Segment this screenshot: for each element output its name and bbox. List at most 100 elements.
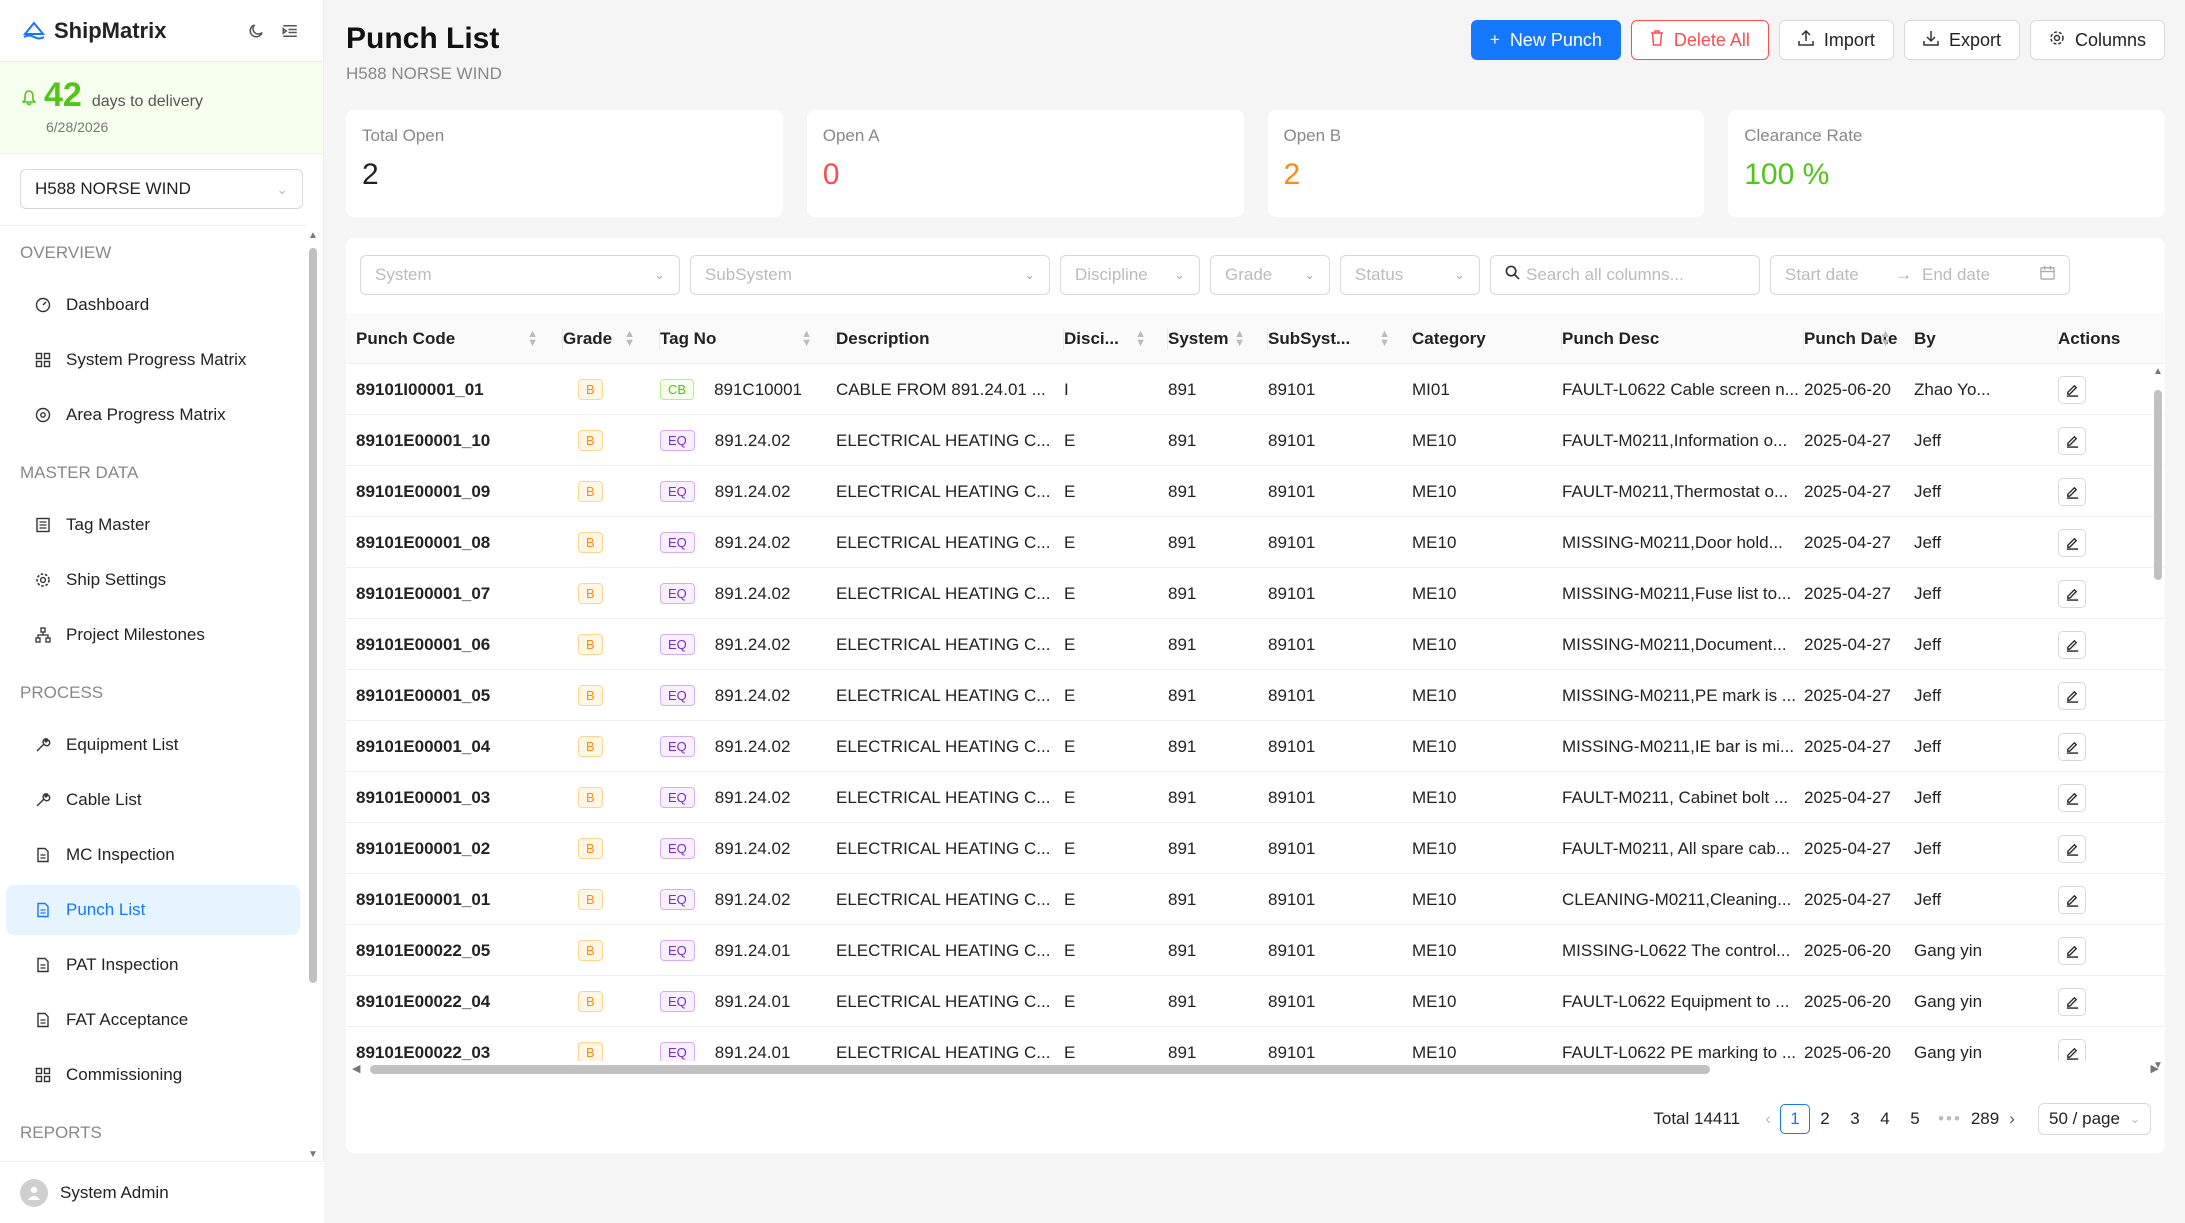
page-2[interactable]: 2 [1810, 1104, 1840, 1134]
punch-code-cell[interactable]: 89101E00001_09 [356, 466, 556, 517]
table-row[interactable]: 89101E00001_03 B EQ 891.24.02 ELECTRICAL … [346, 772, 2165, 823]
sidebar-item-commissioning[interactable]: Commissioning [6, 1050, 300, 1100]
punch-code-cell[interactable]: 89101E00001_01 [356, 874, 556, 925]
edit-button[interactable] [2058, 630, 2086, 659]
column-divider[interactable] [1063, 328, 1064, 350]
sort-icon[interactable]: ▲ ▼ [1880, 328, 1891, 348]
sidebar-item-ship-settings[interactable]: Ship Settings [6, 555, 300, 605]
discipline-filter[interactable]: Discipline ⌄ [1060, 255, 1200, 295]
column-header-pdesc[interactable]: Punch Desc [1562, 313, 1796, 364]
table-horizontal-scrollbar[interactable]: ◀ ▶ [346, 1061, 2165, 1077]
column-header-code[interactable]: Punch Code ▲ ▼ [356, 313, 550, 364]
punch-code-cell[interactable]: 89101E00022_04 [356, 976, 556, 1027]
table-row[interactable]: 89101E00022_03 B EQ 891.24.01 ELECTRICAL … [346, 1027, 2165, 1061]
column-header-tag[interactable]: Tag No ▲ ▼ [660, 313, 824, 364]
table-vscroll-thumb[interactable] [2154, 390, 2162, 580]
punch-code-cell[interactable]: 89101E00022_03 [356, 1027, 556, 1062]
sidebar-item-area-progress-matrix[interactable]: Area Progress Matrix [6, 390, 300, 440]
column-header-grade[interactable]: Grade ▲ ▼ [563, 313, 647, 364]
sidebar-scroll-thumb[interactable] [309, 248, 317, 983]
punch-code-cell[interactable]: 89101E00001_07 [356, 568, 556, 619]
punch-code-cell[interactable]: 89101E00001_10 [356, 415, 556, 466]
page-5[interactable]: 5 [1900, 1104, 1930, 1134]
prev-page-icon[interactable]: ‹ [1756, 1109, 1780, 1129]
sort-icon[interactable]: ▲ ▼ [1379, 328, 1390, 348]
subsystem-filter[interactable]: SubSystem ⌄ [690, 255, 1050, 295]
ship-selector[interactable]: H588 NORSE WIND ⌄ [20, 169, 303, 209]
column-divider[interactable] [1803, 328, 1804, 350]
theme-toggle-icon[interactable] [245, 20, 267, 42]
scroll-right-arrow-icon[interactable]: ▶ [2151, 1062, 2159, 1075]
column-header-sub[interactable]: SubSyst... ▲ ▼ [1268, 313, 1402, 364]
edit-button[interactable] [2058, 1038, 2086, 1061]
edit-button[interactable] [2058, 885, 2086, 914]
table-row[interactable]: 89101E00001_04 B EQ 891.24.02 ELECTRICAL … [346, 721, 2165, 772]
edit-button[interactable] [2058, 834, 2086, 863]
column-header-by[interactable]: By [1914, 313, 2003, 364]
punch-code-cell[interactable]: 89101E00001_06 [356, 619, 556, 670]
scroll-left-arrow-icon[interactable]: ◀ [352, 1062, 360, 1075]
column-header-disc[interactable]: Disci... ▲ ▼ [1064, 313, 1158, 364]
new-punch-button[interactable]: + New Punch [1470, 20, 1621, 60]
table-row[interactable]: 89101E00001_05 B EQ 891.24.02 ELECTRICAL … [346, 670, 2165, 721]
punch-code-cell[interactable]: 89101E00001_02 [356, 823, 556, 874]
sort-icon[interactable]: ▲ ▼ [801, 328, 812, 348]
page-last[interactable]: 289 [1970, 1104, 2000, 1134]
scroll-up-arrow-icon[interactable]: ▲ [308, 230, 318, 241]
edit-button[interactable] [2058, 375, 2086, 404]
sidebar-item-dashboard[interactable]: Dashboard [6, 280, 300, 330]
collapse-menu-icon[interactable] [279, 20, 301, 42]
edit-button[interactable] [2058, 528, 2086, 557]
column-header-system[interactable]: System ▲ ▼ [1168, 313, 1257, 364]
scroll-up-arrow-icon[interactable]: ▲ [2153, 366, 2163, 377]
sidebar-item-punch-list[interactable]: Punch List [6, 885, 300, 935]
page-size-select[interactable]: 50 / page ⌄ [2038, 1103, 2151, 1135]
column-divider[interactable] [1561, 328, 1562, 350]
punch-code-cell[interactable]: 89101E00001_08 [356, 517, 556, 568]
edit-button[interactable] [2058, 426, 2086, 455]
table-row[interactable]: 89101E00001_01 B EQ 891.24.02 ELECTRICAL … [346, 874, 2165, 925]
page-4[interactable]: 4 [1870, 1104, 1900, 1134]
punch-code-cell[interactable]: 89101E00001_05 [356, 670, 556, 721]
sidebar-item-mc-inspection[interactable]: MC Inspection [6, 830, 300, 880]
table-row[interactable]: 89101E00001_10 B EQ 891.24.02 ELECTRICAL … [346, 415, 2165, 466]
column-header-desc[interactable]: Description [836, 313, 1050, 364]
more-pages-icon[interactable]: ••• [1930, 1109, 1970, 1129]
page-3[interactable]: 3 [1840, 1104, 1870, 1134]
sidebar-item-cable-list[interactable]: Cable List [6, 775, 300, 825]
edit-button[interactable] [2058, 477, 2086, 506]
sidebar-item-pat-inspection[interactable]: PAT Inspection [6, 940, 300, 990]
system-filter[interactable]: System ⌄ [360, 255, 680, 295]
column-divider[interactable] [562, 328, 563, 350]
sidebar-scrollbar[interactable]: ▲ ▼ [306, 230, 320, 1160]
import-button[interactable]: Import [1778, 20, 1894, 60]
punch-code-cell[interactable]: 89101E00001_04 [356, 721, 556, 772]
table-row[interactable]: 89101I00001_01 B CB 891C10001 CABLE FROM … [346, 364, 2165, 415]
column-divider[interactable] [1267, 328, 1268, 350]
edit-button[interactable] [2058, 732, 2086, 761]
columns-button[interactable]: Columns [2029, 20, 2165, 60]
export-button[interactable]: Export [1903, 20, 2020, 60]
user-profile[interactable]: System Admin [0, 1161, 324, 1223]
column-divider[interactable] [2057, 328, 2058, 350]
sort-icon[interactable]: ▲ ▼ [624, 328, 635, 348]
sidebar-item-tag-master[interactable]: Tag Master [6, 500, 300, 550]
scroll-down-arrow-icon[interactable]: ▼ [308, 1149, 318, 1160]
sidebar-item-fat-acceptance[interactable]: FAT Acceptance [6, 995, 300, 1045]
punch-code-cell[interactable]: 89101E00022_05 [356, 925, 556, 976]
edit-button[interactable] [2058, 681, 2086, 710]
punch-code-cell[interactable]: 89101E00001_03 [356, 772, 556, 823]
column-divider[interactable] [1411, 328, 1412, 350]
sort-icon[interactable]: ▲ ▼ [1234, 328, 1245, 348]
column-header-cat[interactable]: Category [1412, 313, 1551, 364]
table-row[interactable]: 89101E00001_02 B EQ 891.24.02 ELECTRICAL … [346, 823, 2165, 874]
column-divider[interactable] [835, 328, 836, 350]
column-divider[interactable] [1913, 328, 1914, 350]
table-vertical-scrollbar[interactable]: ▲ ▼ [2151, 366, 2165, 1071]
search-input[interactable]: Search all columns... [1490, 255, 1760, 295]
sort-icon[interactable]: ▲ ▼ [527, 328, 538, 348]
table-hscroll-thumb[interactable] [370, 1065, 1710, 1074]
edit-button[interactable] [2058, 579, 2086, 608]
table-row[interactable]: 89101E00001_09 B EQ 891.24.02 ELECTRICAL … [346, 466, 2165, 517]
date-range-picker[interactable]: Start date → End date [1770, 255, 2070, 295]
